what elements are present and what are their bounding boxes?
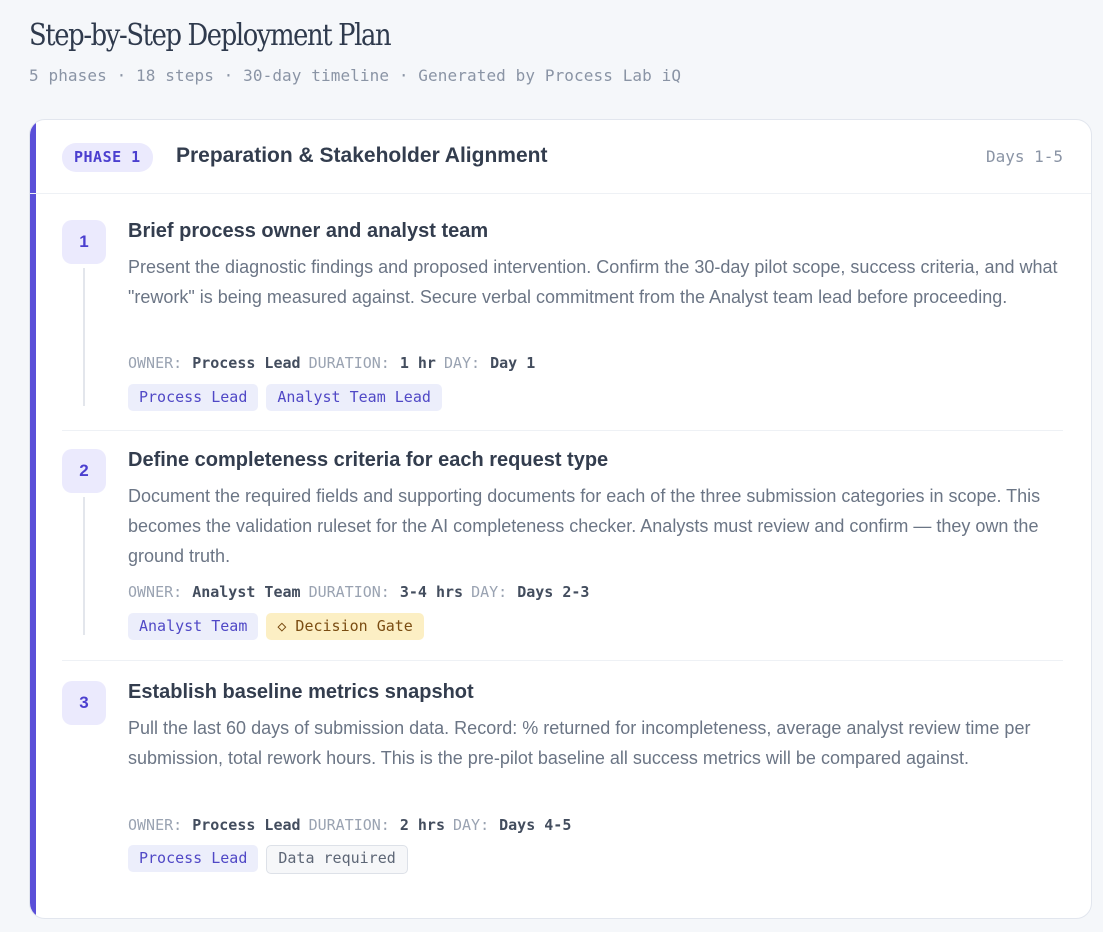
step-number: 1 [62,220,106,264]
step-title: Brief process owner and analyst team [128,220,489,242]
owner-label: OWNER: [128,583,183,601]
decision-gate-tag: ◇ Decision Gate [266,613,424,640]
day-label: DAY: [453,816,490,834]
step-tags: Process Lead Analyst Team Lead [128,384,442,411]
step-meta: OWNER: Process Lead DURATION: 2 hrs DAY: Days… [128,816,579,834]
phase-title: Preparation & Stakeholder Alignment [176,144,548,167]
page-title: Step-by-Step Deployment Plan [29,18,392,53]
step-connector [83,268,85,406]
step-item: 3 Establish baseline metrics snapshot Pu… [62,681,1063,901]
step-description: Document the required fields and support… [128,486,1041,566]
duration-value: 1 hr [399,354,436,372]
phase-accent-bar [30,120,36,918]
tag-role: Analyst Team Lead [266,384,442,411]
owner-label: OWNER: [128,816,183,834]
duration-value: 2 hrs [399,816,445,834]
step-description: Pull the last 60 days of submission data… [128,718,1031,768]
owner-value: Analyst Team [192,583,301,601]
step-description: Present the diagnostic findings and prop… [128,257,1058,307]
owner-label: OWNER: [128,354,183,372]
phase-card: PHASE 1 Preparation & Stakeholder Alignm… [29,119,1092,919]
step-meta: OWNER: Analyst Team DURATION: 3-4 hrs DAY: Da… [128,583,597,601]
step-title: Define completeness criteria for each re… [128,449,609,471]
step-number: 3 [62,681,106,725]
owner-value: Process Lead [192,354,301,372]
duration-label: DURATION: [308,354,390,372]
step-item: 2 Define completeness criteria for each … [62,449,1063,661]
owner-value: Process Lead [192,816,301,834]
duration-value: 3-4 hrs [399,583,464,601]
duration-label: DURATION: [308,816,390,834]
tag-role: Process Lead [128,845,259,872]
day-value: Days 4-5 [499,816,572,834]
phase-badge: PHASE 1 [62,143,153,172]
duration-label: DURATION: [308,583,390,601]
data-required-tag: Data required [266,845,408,874]
step-number: 2 [62,449,106,493]
step-item: 1 Brief process owner and analyst team P… [62,220,1063,431]
step-title: Establish baseline metrics snapshot [128,681,474,703]
step-meta: OWNER: Process Lead DURATION: 1 hr DAY: Day 1 [128,354,543,372]
phase-days: Days 1-5 [985,147,1063,166]
phase-header[interactable]: PHASE 1 Preparation & Stakeholder Alignm… [30,120,1091,194]
page-subtitle: 5 phases · 18 steps · 30-day timeline · … [29,66,682,85]
day-value: Day 1 [490,354,536,372]
day-label: DAY: [443,354,481,372]
day-label: DAY: [471,583,508,601]
step-tags: Analyst Team ◇ Decision Gate [128,613,424,640]
day-value: Days 2-3 [517,583,590,601]
step-connector [83,497,85,635]
tag-role: Process Lead [128,384,259,411]
step-tags: Process Lead Data required [128,845,408,874]
tag-role: Analyst Team [128,613,259,640]
